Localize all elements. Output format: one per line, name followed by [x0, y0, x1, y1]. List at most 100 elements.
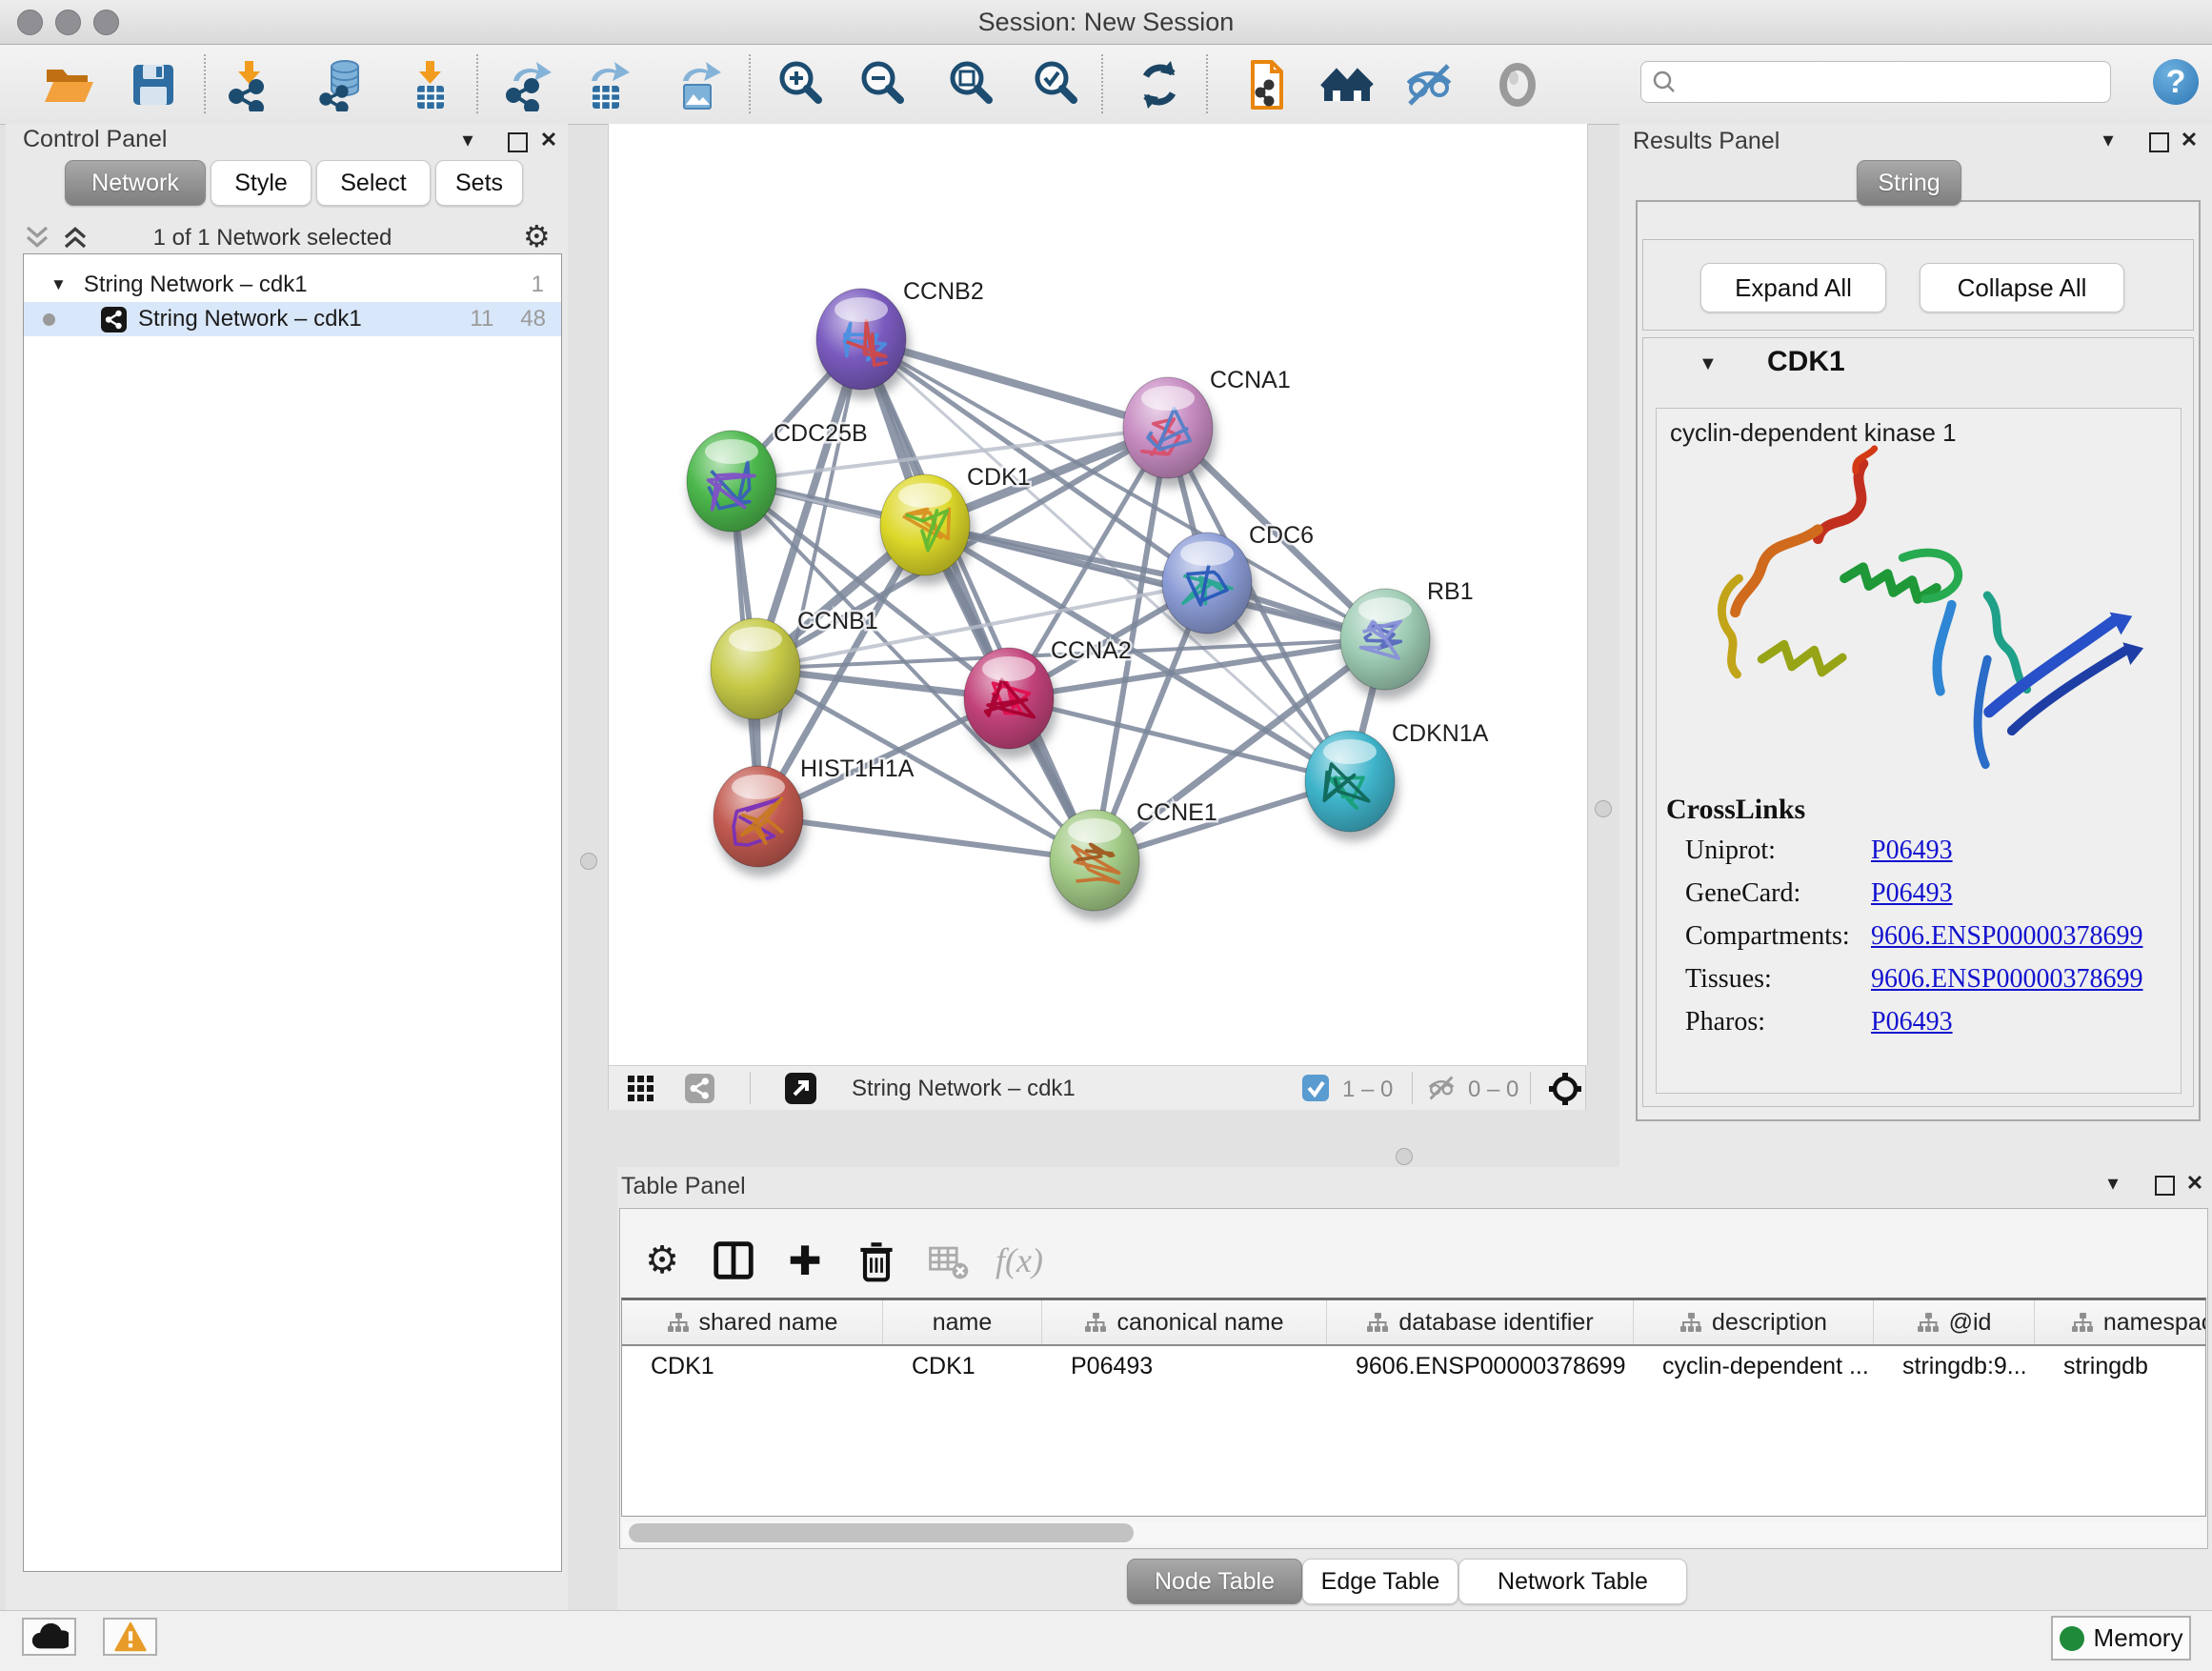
protein-structure-image	[1702, 437, 2150, 814]
string-network-gray-icon[interactable]	[685, 1074, 714, 1103]
string-protein-query-button[interactable]	[1238, 56, 1294, 113]
node-table[interactable]: shared namenamecanonical namedatabase id…	[621, 1298, 2206, 1517]
column-header-label: @id	[1949, 1309, 1992, 1337]
network-collection-row[interactable]: ▼ String Network – cdk1 1	[24, 268, 561, 302]
import-table-file-button[interactable]	[402, 56, 457, 113]
grid-view-icon[interactable]	[628, 1076, 654, 1102]
collection-expand-icon[interactable]: ▼	[50, 275, 67, 294]
tab-network-table[interactable]: Network Table	[1458, 1559, 1687, 1604]
table-row[interactable]: CDK1CDK1P064939606.ENSP00000378699cyclin…	[622, 1346, 2205, 1386]
column-header-name[interactable]: name	[883, 1300, 1042, 1344]
node-label-RB1: RB1	[1427, 578, 1474, 605]
table-cell[interactable]: CDK1	[883, 1346, 1042, 1386]
panel-float-icon[interactable]	[2155, 1176, 2175, 1196]
node-result-box: ▼ CDK1 cyclin-dependent kinase 1	[1642, 337, 2194, 1107]
network-view-canvas[interactable]: CCNB2CCNA1CDC25BCDK1CDC6RB1CCNB1CCNA2CDK…	[608, 124, 1588, 1065]
results-tab-string[interactable]: String	[1857, 160, 1961, 206]
presentation-mode-button[interactable]	[1490, 56, 1545, 113]
export-image-button[interactable]	[671, 56, 726, 113]
delete-column-button[interactable]	[848, 1232, 905, 1289]
zoom-out-button[interactable]	[855, 56, 911, 113]
network-view-title: String Network – cdk1	[852, 1076, 1076, 1102]
panel-close-icon[interactable]: ✕	[2175, 128, 2203, 152]
cloud-status-button[interactable]	[22, 1618, 76, 1656]
network-options-gear-icon[interactable]: ⚙	[523, 218, 551, 254]
export-table-button[interactable]	[579, 56, 634, 113]
crosslink-link[interactable]: P06493	[1871, 1007, 1953, 1037]
zoom-in-button[interactable]	[774, 56, 829, 113]
tab-network[interactable]: Network	[65, 160, 206, 206]
panel-float-icon[interactable]	[2149, 132, 2169, 152]
panel-menu-icon[interactable]: ▾	[2099, 1171, 2127, 1196]
open-session-button[interactable]	[41, 56, 96, 113]
panel-close-icon[interactable]: ✕	[2181, 1171, 2209, 1196]
table-cell[interactable]: cyclin-dependent ...	[1634, 1346, 1874, 1386]
panel-menu-icon[interactable]: ▾	[453, 128, 482, 152]
table-cell[interactable]: P06493	[1042, 1346, 1327, 1386]
control-panel-tabs: Network Style Select Sets	[65, 160, 523, 206]
tab-select[interactable]: Select	[316, 160, 431, 206]
table-horizontal-scrollbar[interactable]	[623, 1521, 2204, 1544]
panel-close-icon[interactable]: ✕	[534, 128, 563, 152]
string-network-graph[interactable]: CCNB2CCNA1CDC25BCDK1CDC6RB1CCNB1CCNA2CDK…	[609, 124, 1587, 1065]
collapse-all-button[interactable]: Collapse All	[1920, 263, 2124, 312]
expand-all-button[interactable]: Expand All	[1700, 263, 1886, 312]
table-cell[interactable]: 9606.ENSP00000378699	[1327, 1346, 1634, 1386]
search-input[interactable]	[1678, 68, 2110, 96]
import-network-database-button[interactable]	[313, 56, 369, 113]
tab-style[interactable]: Style	[211, 160, 312, 206]
table-cell[interactable]: stringdb	[2035, 1346, 2206, 1386]
memory-button[interactable]: Memory	[2051, 1616, 2191, 1661]
network-row-selected[interactable]: String Network – cdk1 11 48	[24, 302, 561, 336]
column-header-canonical-name[interactable]: canonical name	[1042, 1300, 1327, 1344]
column-header-@id[interactable]: @id	[1874, 1300, 2035, 1344]
search-box[interactable]	[1640, 61, 2111, 103]
open-in-new-window-icon[interactable]	[785, 1073, 816, 1104]
tab-sets[interactable]: Sets	[435, 160, 523, 206]
expand-all-icon[interactable]	[61, 223, 90, 252]
import-network-file-button[interactable]	[221, 56, 276, 113]
update-network-button[interactable]	[1132, 56, 1187, 113]
export-network-button[interactable]	[501, 56, 556, 113]
glasses-slash-icon	[1402, 58, 1456, 111]
node-label-CCNA2: CCNA2	[1051, 637, 1132, 664]
create-column-button[interactable]: ✚	[776, 1232, 834, 1289]
panel-float-icon[interactable]	[508, 132, 528, 152]
plus-icon: ✚	[788, 1238, 821, 1284]
tab-node-table[interactable]: Node Table	[1127, 1559, 1302, 1604]
help-button[interactable]: ?	[2153, 59, 2199, 105]
column-header-shared-name[interactable]: shared name	[622, 1300, 883, 1344]
table-cell[interactable]: stringdb:9...	[1874, 1346, 2035, 1386]
crosslink-link[interactable]: P06493	[1871, 878, 1953, 909]
search-icon	[1651, 69, 1678, 95]
network-edge[interactable]	[758, 339, 861, 816]
panel-menu-icon[interactable]: ▾	[2094, 128, 2122, 152]
tab-edge-table[interactable]: Edge Table	[1302, 1559, 1458, 1604]
zoom-selected-button[interactable]	[1029, 56, 1084, 113]
column-header-description[interactable]: description	[1634, 1300, 1874, 1344]
left-splitter-handle[interactable]	[580, 853, 597, 870]
zoom-fit-button[interactable]	[944, 56, 999, 113]
enhanced-graphics-toggle-button[interactable]	[1401, 56, 1457, 113]
crosslink-link[interactable]: P06493	[1871, 836, 1953, 866]
crosslink-link[interactable]: 9606.ENSP00000378699	[1871, 921, 2142, 952]
toolbar-separator	[750, 1072, 751, 1104]
network-edge[interactable]	[758, 816, 1095, 860]
column-header-database-identifier[interactable]: database identifier	[1327, 1300, 1634, 1344]
warnings-button[interactable]	[103, 1618, 157, 1656]
node-collapse-arrow-icon[interactable]: ▼	[1699, 353, 1718, 375]
string-home-button[interactable]	[1319, 56, 1375, 113]
selected-nodes-checkbox[interactable]	[1302, 1075, 1329, 1101]
column-header-namespace[interactable]: namespace	[2035, 1300, 2206, 1344]
bottom-splitter-handle[interactable]	[1396, 1148, 1413, 1165]
right-splitter-handle[interactable]	[1595, 800, 1612, 817]
table-cell[interactable]: CDK1	[622, 1346, 883, 1386]
crosslink-link[interactable]: 9606.ENSP00000378699	[1871, 964, 2142, 995]
collapse-all-icon[interactable]	[23, 223, 51, 252]
show-columns-button[interactable]	[705, 1232, 762, 1289]
save-session-button[interactable]	[126, 56, 181, 113]
table-settings-button[interactable]: ⚙	[633, 1232, 691, 1289]
scrollbar-thumb[interactable]	[629, 1523, 1134, 1542]
table-panel-title: Table Panel	[621, 1173, 746, 1200]
crosshair-icon[interactable]	[1547, 1071, 1583, 1107]
